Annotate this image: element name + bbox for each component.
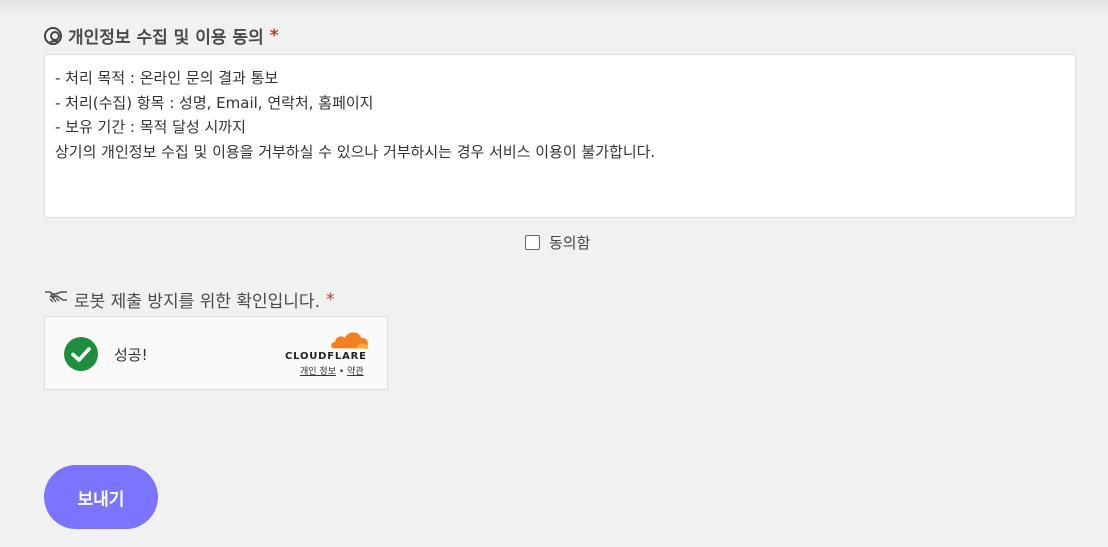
privacy-link[interactable]: 개인 정보: [300, 367, 336, 377]
link-separator: •: [338, 367, 345, 377]
robot-check-heading: 로봇 제출 방지를 위한 확인입니다. *: [44, 287, 334, 312]
privacy-consent-title: 개인정보 수집 및 이용 동의: [68, 28, 264, 48]
agree-checkbox[interactable]: [525, 235, 540, 250]
robot-check-title: 로봇 제출 방지를 위한 확인입니다.: [74, 292, 320, 312]
agree-checkbox-row[interactable]: 동의함: [525, 232, 590, 253]
required-mark: *: [325, 289, 335, 310]
agree-label: 동의함: [549, 234, 591, 252]
success-check-icon: [64, 337, 98, 371]
user-circle-icon: [44, 26, 62, 45]
terms-link[interactable]: 약관: [347, 367, 364, 377]
privacy-consent-heading: 개인정보 수집 및 이용 동의 *: [44, 23, 279, 48]
handshake-icon: [44, 289, 68, 310]
verification-status: 성공!: [114, 346, 148, 364]
top-shadow: [0, 0, 1108, 18]
cloudflare-cloud-icon: [331, 332, 369, 350]
cloudflare-logo: CLOUDFLARE 개인 정보 • 약관: [285, 329, 371, 381]
cloudflare-wordmark: CLOUDFLARE: [285, 351, 367, 362]
privacy-policy-text[interactable]: - 처리 목적 : 온라인 문의 결과 통보 - 처리(수집) 항목 : 성명,…: [44, 54, 1076, 218]
turnstile-links: 개인 정보 • 약관: [300, 364, 364, 377]
cloudflare-turnstile-widget[interactable]: 성공! CLOUDFLARE 개인 정보 • 약관: [44, 316, 388, 390]
required-mark: *: [269, 25, 279, 46]
submit-button[interactable]: 보내기: [44, 465, 158, 529]
